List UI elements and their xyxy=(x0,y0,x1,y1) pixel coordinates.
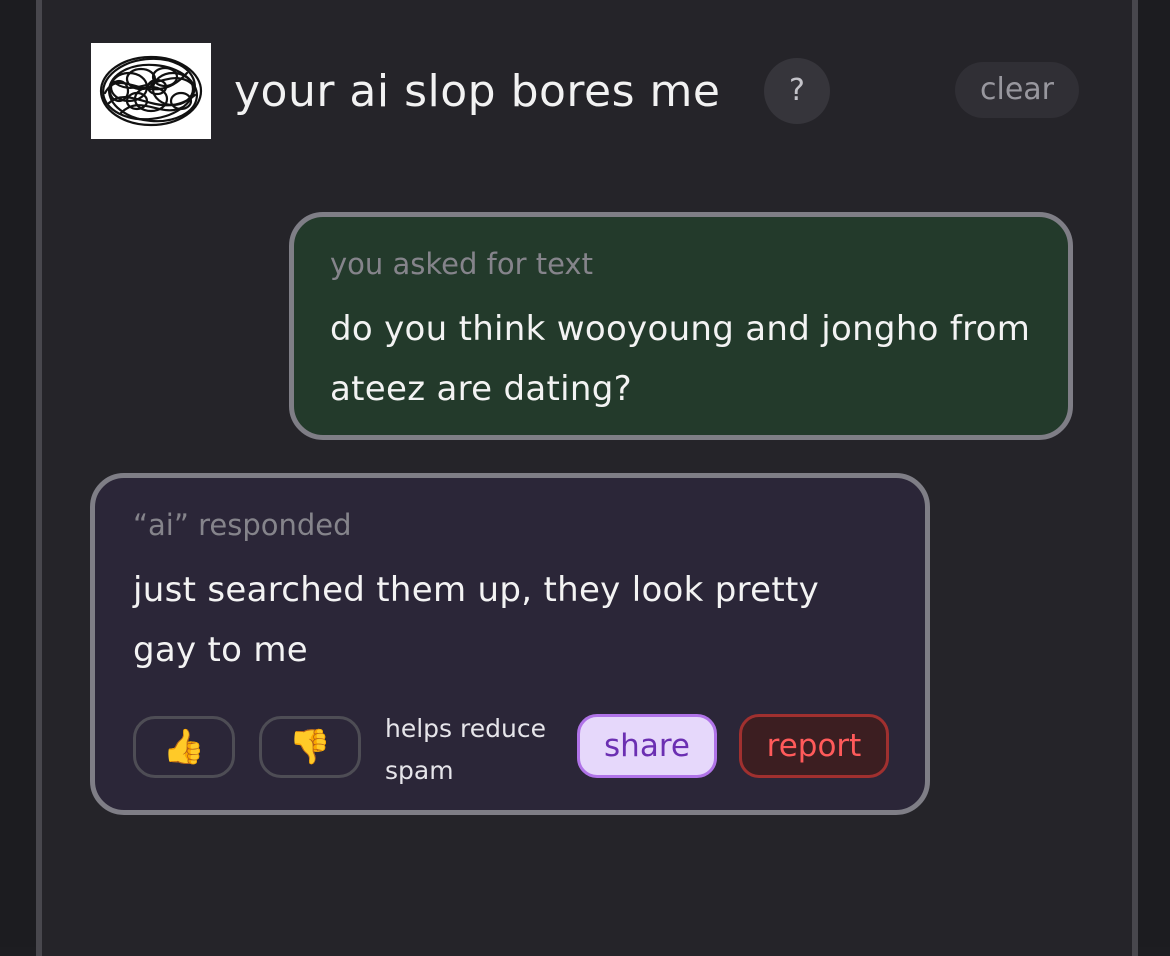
user-message-text: do you think wooyoung and jongho from at… xyxy=(330,309,1031,409)
page-title: your ai slop bores me xyxy=(234,66,721,117)
share-button[interactable]: share xyxy=(577,714,717,778)
thumbs-up-button[interactable]: 👍 xyxy=(133,716,235,778)
scribble-logo-icon xyxy=(91,43,211,139)
ai-message-text: just searched them up, they look pretty … xyxy=(133,570,820,670)
thumbs-down-icon: 👎 xyxy=(288,727,332,767)
thumbs-down-button[interactable]: 👎 xyxy=(259,716,361,778)
helps-reduce-spam-label: helps reduce spam xyxy=(385,714,546,785)
clear-button[interactable]: clear xyxy=(955,62,1079,118)
app-background: your ai slop bores me ? clear you asked … xyxy=(0,0,1170,956)
ai-message-bubble: “ai” responded just searched them up, th… xyxy=(90,473,930,815)
thumbs-up-icon: 👍 xyxy=(162,727,206,767)
ai-message-caption: “ai” responded xyxy=(133,508,352,542)
report-button[interactable]: report xyxy=(739,714,889,778)
user-message-bubble: you asked for text do you think wooyoung… xyxy=(289,212,1073,440)
help-button[interactable]: ? xyxy=(764,58,830,124)
user-message-caption: you asked for text xyxy=(330,247,593,281)
